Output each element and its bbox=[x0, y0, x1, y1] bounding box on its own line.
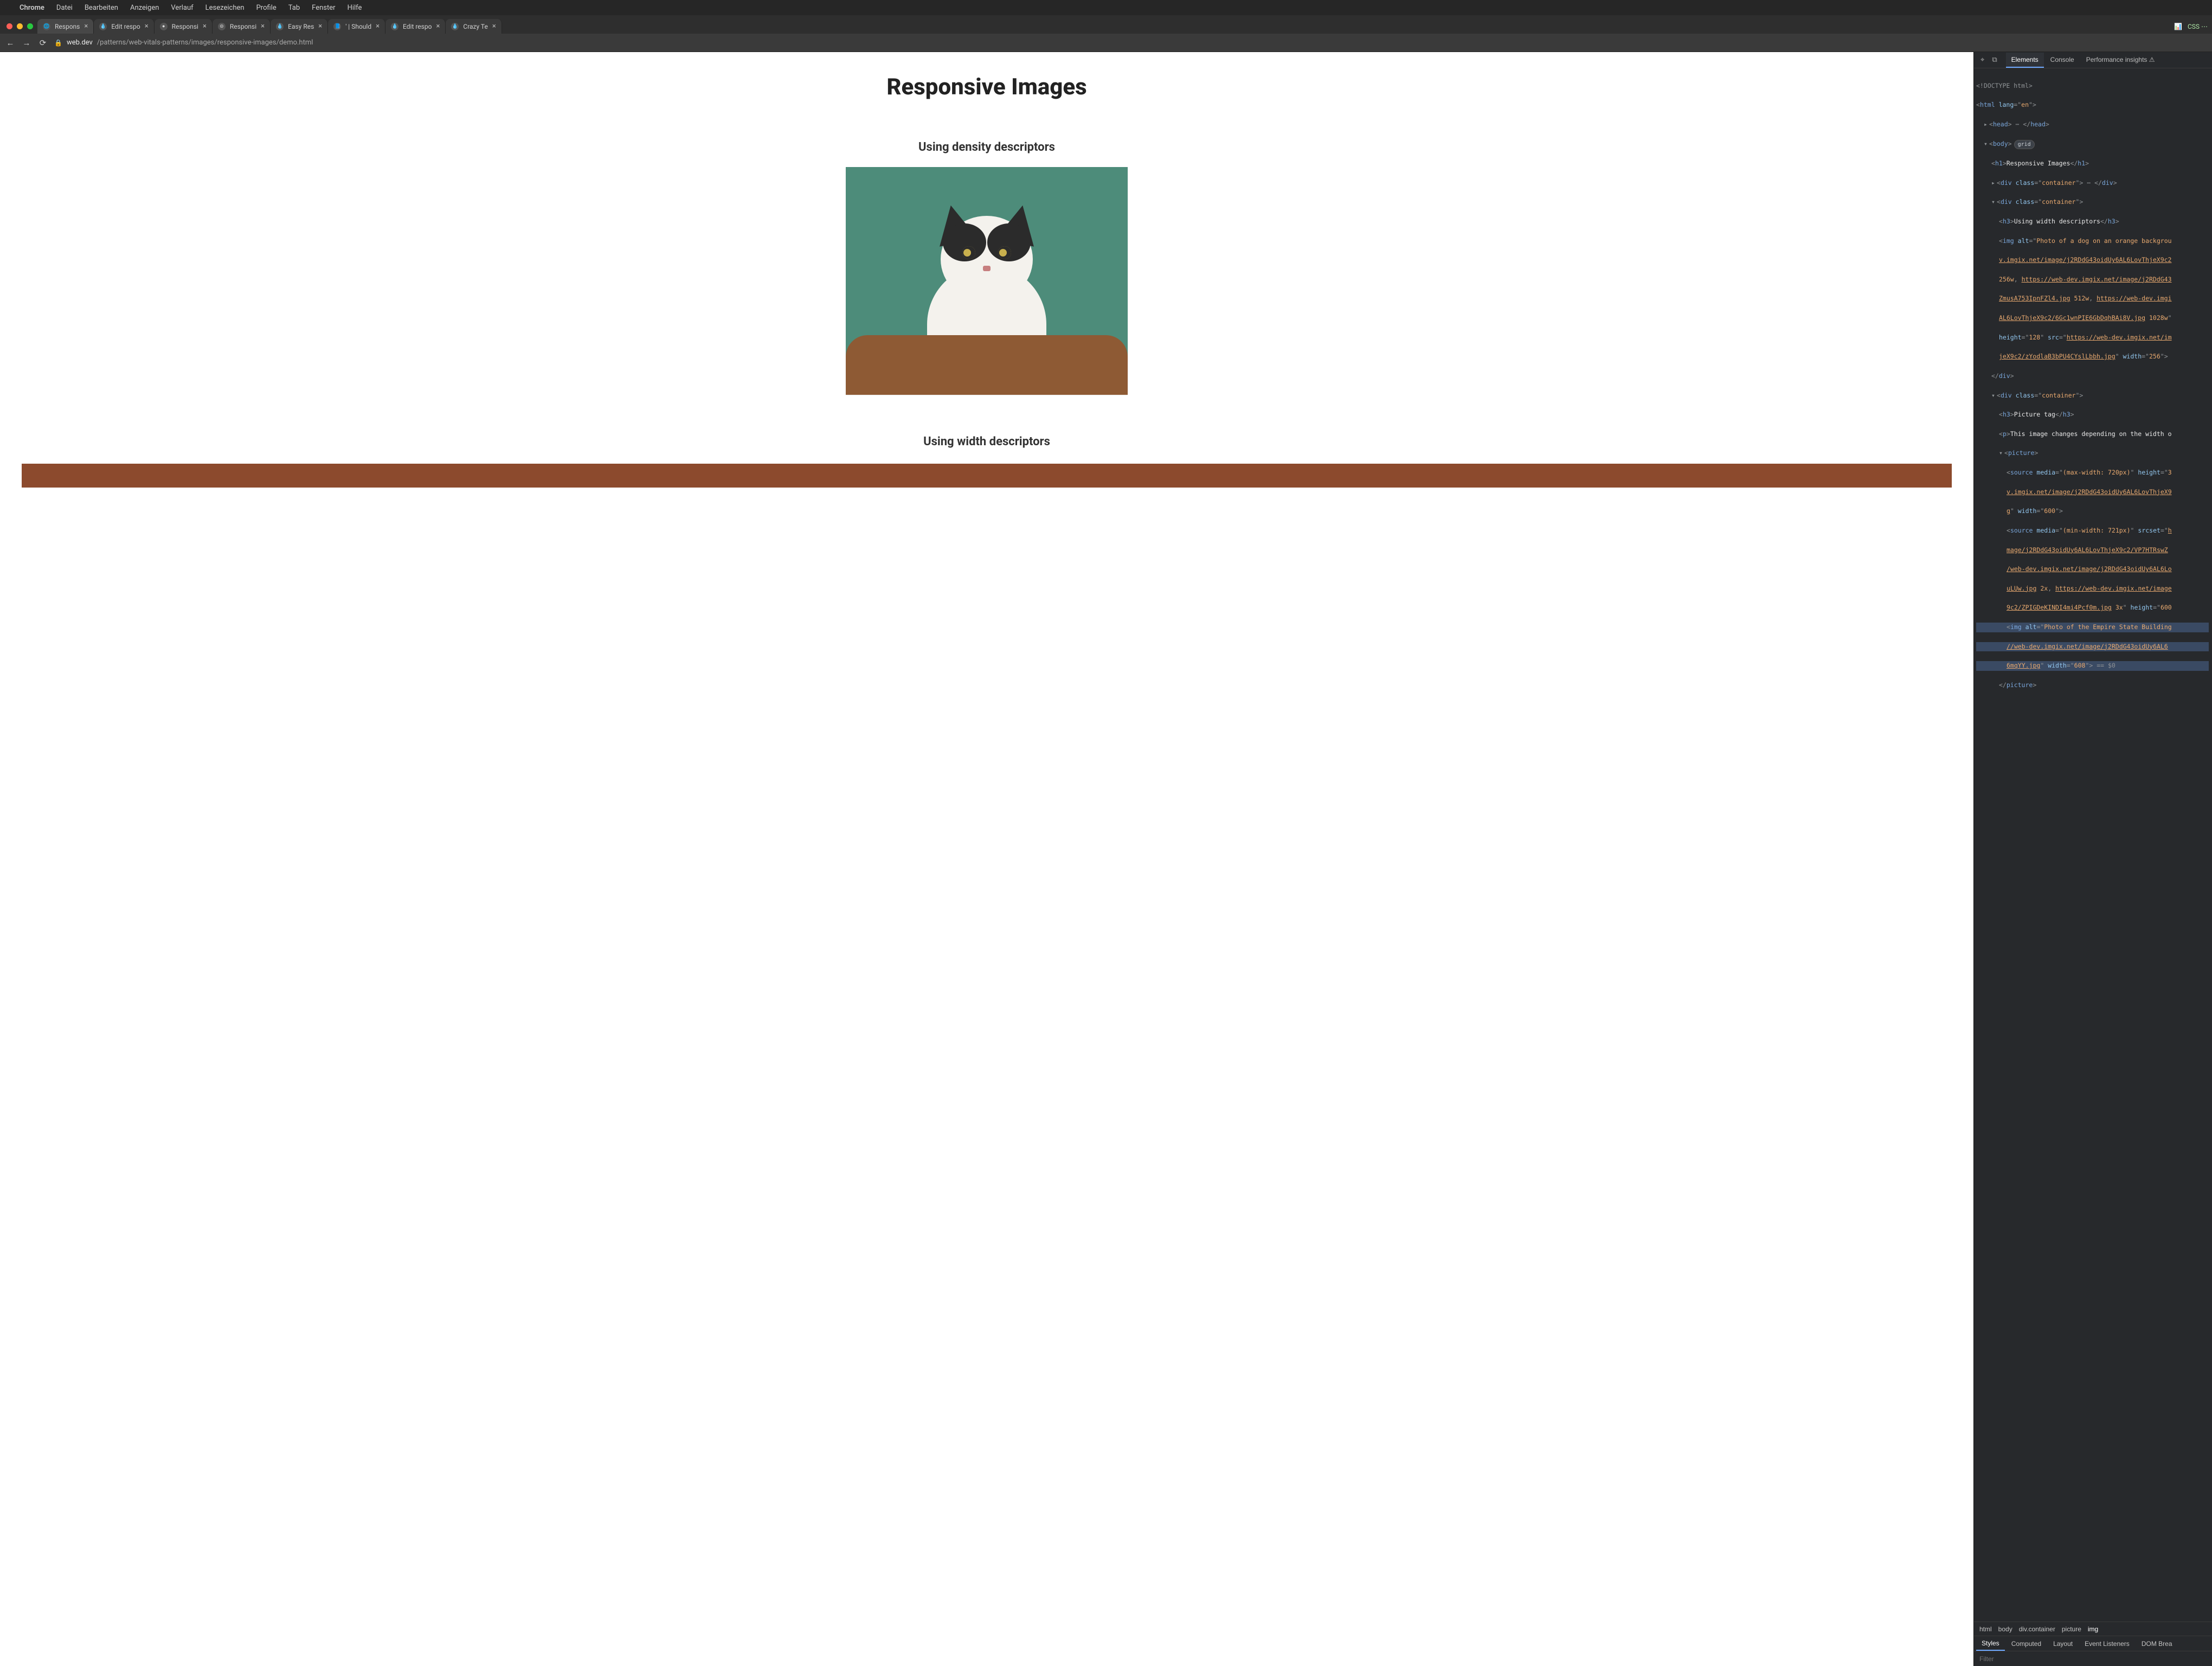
url-host: web.dev bbox=[67, 39, 93, 47]
crumb-picture[interactable]: picture bbox=[2062, 1625, 2081, 1633]
address-bar: ← → ⟳ 🔒 web.dev/patterns/web-vitals-patt… bbox=[0, 34, 2212, 52]
favicon-icon: ⊜ bbox=[218, 23, 226, 30]
tab-title: Crazy Te bbox=[463, 23, 488, 30]
subtab-dombreak[interactable]: DOM Brea bbox=[2136, 1637, 2178, 1650]
subtab-eventlisteners[interactable]: Event Listeners bbox=[2079, 1637, 2135, 1650]
content-area: Responsive Images Using density descript… bbox=[0, 52, 2212, 1666]
tab-title: Edit respo bbox=[403, 23, 432, 30]
tab-4[interactable]: 💧 Easy Res × bbox=[271, 19, 328, 34]
tabstrip-extra: 📊 CSS ⋯ bbox=[2174, 23, 2208, 34]
selected-element-row[interactable]: <img alt="Photo of the Empire State Buil… bbox=[1976, 623, 2209, 632]
subtab-layout[interactable]: Layout bbox=[2048, 1637, 2078, 1650]
window-close-icon[interactable] bbox=[7, 23, 12, 29]
tab-console[interactable]: Console bbox=[2045, 53, 2080, 68]
styles-filter bbox=[1974, 1651, 2212, 1666]
menu-fenster[interactable]: Fenster bbox=[312, 4, 335, 12]
menu-verlauf[interactable]: Verlauf bbox=[171, 4, 193, 12]
breadcrumb: html body div.container picture img bbox=[1974, 1622, 2212, 1636]
menu-hilfe[interactable]: Hilfe bbox=[348, 4, 362, 12]
devtools-panel: ⌖ ⧉ Elements Console Performance insight… bbox=[1973, 52, 2212, 1666]
drupal-icon: 💧 bbox=[99, 23, 107, 30]
section-density: Using density descriptors bbox=[918, 140, 1055, 154]
page-title: Responsive Images bbox=[886, 74, 1086, 100]
tab-5[interactable]: 📘 ' | Should × bbox=[328, 19, 385, 34]
section-width: Using width descriptors bbox=[923, 435, 1050, 448]
tab-0[interactable]: 🌐 Respons × bbox=[37, 19, 94, 34]
app-name[interactable]: Chrome bbox=[20, 4, 44, 12]
close-icon[interactable]: × bbox=[436, 22, 440, 30]
globe-icon: 🌐 bbox=[43, 23, 50, 30]
doctype: <!DOCTYPE html> bbox=[1976, 82, 2033, 89]
elements-tree[interactable]: <!DOCTYPE html> <html lang="en"> ▸<head>… bbox=[1974, 68, 2212, 1622]
menu-profile[interactable]: Profile bbox=[256, 4, 276, 12]
rendered-page[interactable]: Responsive Images Using density descript… bbox=[0, 52, 1973, 1666]
device-icon[interactable]: ⧉ bbox=[1990, 56, 1999, 64]
inspect-icon[interactable]: ⌖ bbox=[1978, 56, 1986, 64]
macos-menubar: Chrome Datei Bearbeiten Anzeigen Verlauf… bbox=[0, 0, 2212, 15]
crumb-container[interactable]: div.container bbox=[2019, 1625, 2055, 1633]
crumb-html[interactable]: html bbox=[1979, 1625, 1992, 1633]
tab-6[interactable]: 💧 Edit respo × bbox=[385, 19, 446, 34]
close-icon[interactable]: × bbox=[318, 22, 322, 30]
close-icon[interactable]: × bbox=[203, 22, 207, 30]
back-button[interactable]: ← bbox=[5, 38, 15, 48]
close-icon[interactable]: × bbox=[376, 22, 380, 30]
lock-icon: 🔒 bbox=[54, 39, 62, 47]
window-controls bbox=[4, 23, 37, 34]
subtab-styles[interactable]: Styles bbox=[1976, 1637, 2005, 1651]
subtab-computed[interactable]: Computed bbox=[2006, 1637, 2047, 1650]
demo-image-peek bbox=[22, 464, 1952, 488]
tab-title: Responsi bbox=[230, 23, 256, 30]
crumb-img[interactable]: img bbox=[2088, 1625, 2098, 1633]
forward-button[interactable]: → bbox=[22, 38, 31, 48]
tab-2[interactable]: ● Responsi × bbox=[155, 19, 213, 34]
tab-title: Easy Res bbox=[288, 23, 314, 30]
menu-datei[interactable]: Datei bbox=[56, 4, 73, 12]
tab-3[interactable]: ⊜ Responsi × bbox=[213, 19, 271, 34]
tab-title: Respons bbox=[55, 23, 80, 30]
filter-input[interactable] bbox=[1979, 1655, 2207, 1663]
tab-7[interactable]: 💧 Crazy Te × bbox=[446, 19, 501, 34]
menu-lesezeichen[interactable]: Lesezeichen bbox=[205, 4, 245, 12]
tab-title: Edit respo bbox=[111, 23, 140, 30]
window-maximize-icon[interactable] bbox=[27, 23, 33, 29]
menu-anzeigen[interactable]: Anzeigen bbox=[130, 4, 159, 12]
close-icon[interactable]: × bbox=[84, 22, 88, 30]
menu-bearbeiten[interactable]: Bearbeiten bbox=[85, 4, 118, 12]
close-icon[interactable]: × bbox=[492, 22, 496, 30]
drupal-icon: 💧 bbox=[391, 23, 398, 30]
favicon-icon: ● bbox=[160, 23, 168, 30]
favicon-icon: 📘 bbox=[333, 23, 341, 30]
drupal-icon: 💧 bbox=[276, 23, 284, 30]
menu-tab[interactable]: Tab bbox=[288, 4, 300, 12]
tab-perf-insights[interactable]: Performance insights ⚠ bbox=[2081, 53, 2160, 68]
devtools-toolbar: ⌖ ⧉ Elements Console Performance insight… bbox=[1974, 52, 2212, 68]
tab-1[interactable]: 💧 Edit respo × bbox=[94, 19, 154, 34]
tab-elements[interactable]: Elements bbox=[2006, 53, 2044, 68]
drupal-icon: 💧 bbox=[451, 23, 459, 30]
demo-image-cat bbox=[846, 167, 1128, 395]
reload-button[interactable]: ⟳ bbox=[38, 38, 48, 48]
close-icon[interactable]: × bbox=[261, 22, 265, 30]
tab-title: ' | Should bbox=[345, 23, 371, 30]
window-minimize-icon[interactable] bbox=[17, 23, 23, 29]
css-overview-icon[interactable]: 📊 bbox=[2174, 23, 2182, 30]
close-icon[interactable]: × bbox=[145, 22, 149, 30]
crumb-body[interactable]: body bbox=[1998, 1625, 2012, 1633]
devtools-subtabs: Styles Computed Layout Event Listeners D… bbox=[1974, 1636, 2212, 1651]
url-field[interactable]: 🔒 web.dev/patterns/web-vitals-patterns/i… bbox=[54, 39, 2207, 47]
css-label: CSS ⋯ bbox=[2188, 23, 2208, 30]
tab-title: Responsi bbox=[172, 23, 198, 30]
browser-tabstrip: 🌐 Respons × 💧 Edit respo × ● Responsi × … bbox=[0, 15, 2212, 34]
url-path: /patterns/web-vitals-patterns/images/res… bbox=[97, 39, 313, 47]
